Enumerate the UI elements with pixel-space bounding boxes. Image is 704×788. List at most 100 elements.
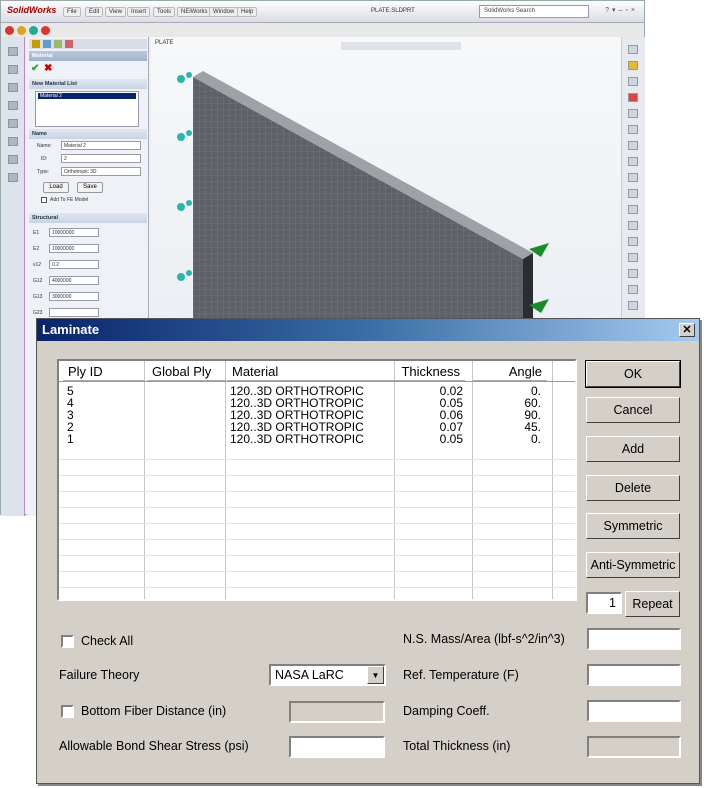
menu-tools[interactable]: Tools xyxy=(153,7,176,17)
ns-mass-input[interactable] xyxy=(587,628,681,650)
repeat-button[interactable]: Repeat xyxy=(625,591,680,617)
thickness-cell[interactable]: 0.05 xyxy=(395,433,463,445)
header-thickness[interactable]: Thickness xyxy=(395,361,465,381)
prop-input[interactable]: 0.2 xyxy=(49,260,99,269)
dialog-title: Laminate xyxy=(42,322,100,337)
property-icon[interactable] xyxy=(43,40,51,48)
task-icon[interactable] xyxy=(628,109,638,118)
tool-icon[interactable] xyxy=(8,137,18,146)
prop-input[interactable] xyxy=(49,308,99,317)
ok-button[interactable]: OK xyxy=(585,360,681,388)
prop-symbol: v12 xyxy=(33,262,42,268)
ply-table[interactable]: Ply ID Global Ply Material Thickness Ang… xyxy=(57,359,577,601)
repeat-count-input[interactable]: 1 xyxy=(586,592,622,614)
feature-tree-icon[interactable] xyxy=(32,40,40,48)
red-circle-icon[interactable] xyxy=(5,26,14,35)
ok-check-icon[interactable]: ✔ xyxy=(31,63,39,74)
arrow-up-icon[interactable] xyxy=(17,26,26,35)
prop-symbol: G12 xyxy=(33,278,43,284)
name-input[interactable]: Material 2 xyxy=(61,141,141,150)
load-button[interactable]: Load xyxy=(43,182,69,193)
stop-icon[interactable] xyxy=(41,26,50,35)
check-all-checkbox[interactable] xyxy=(61,635,74,648)
bottom-fiber-label: Bottom Fiber Distance (in) xyxy=(81,704,227,718)
panel-tabs[interactable] xyxy=(29,39,147,49)
bottom-fiber-checkbox[interactable] xyxy=(61,705,74,718)
menu-view[interactable]: View xyxy=(105,7,126,17)
display-icon[interactable] xyxy=(65,40,73,48)
task-icon[interactable] xyxy=(628,157,638,166)
tool-icon[interactable] xyxy=(8,65,18,74)
bottom-fiber-input xyxy=(289,701,385,723)
left-toolbar xyxy=(1,37,25,516)
prop-input[interactable]: 4000000 xyxy=(49,276,99,285)
menu-neiworks[interactable]: NEiWorks xyxy=(177,7,212,17)
add-button[interactable]: Add xyxy=(586,436,680,462)
tool-icon[interactable] xyxy=(8,47,18,56)
failure-theory-value: NASA LaRC xyxy=(275,668,344,682)
menu-window[interactable]: Window xyxy=(209,7,239,17)
material-cell[interactable]: 120..3D ORTHOTROPIC xyxy=(230,433,364,445)
type-select[interactable]: Orthotropic 3D xyxy=(61,167,141,176)
menu-help[interactable]: Help xyxy=(237,7,258,17)
tool-icon[interactable] xyxy=(8,83,18,92)
damping-label: Damping Coeff. xyxy=(403,704,490,718)
task-icon[interactable] xyxy=(628,45,638,54)
task-icon[interactable] xyxy=(628,269,638,278)
id-input[interactable]: 2 xyxy=(61,154,141,163)
task-icon[interactable] xyxy=(628,253,638,262)
total-thickness-input xyxy=(587,736,681,758)
failure-theory-select[interactable]: NASA LaRC ▼ xyxy=(269,664,386,686)
chevron-down-icon[interactable]: ▼ xyxy=(367,666,384,684)
search-input[interactable]: SolidWorks Search xyxy=(479,5,589,18)
cancel-button[interactable]: Cancel xyxy=(586,397,680,423)
damping-input[interactable] xyxy=(587,700,681,722)
prop-input[interactable]: 10000000 xyxy=(49,244,99,253)
save-button[interactable]: Save xyxy=(77,182,103,193)
material-list[interactable]: Material 2 xyxy=(35,91,139,127)
tool-icon[interactable] xyxy=(8,173,18,182)
dialog-titlebar[interactable]: Laminate ✕ xyxy=(37,319,699,341)
menu-file[interactable]: File xyxy=(63,7,81,17)
anti-symmetric-button[interactable]: Anti-Symmetric xyxy=(586,552,680,578)
bond-shear-input[interactable] xyxy=(289,736,385,758)
type-label: Type: xyxy=(37,169,50,175)
task-icon[interactable] xyxy=(628,189,638,198)
task-icon[interactable] xyxy=(628,221,638,230)
check-all-label: Check All xyxy=(81,634,134,648)
task-icon[interactable] xyxy=(628,141,638,150)
prop-input[interactable]: 10000000 xyxy=(49,228,99,237)
task-icon[interactable] xyxy=(628,125,638,134)
task-icon[interactable] xyxy=(628,301,638,310)
ref-temp-input[interactable] xyxy=(587,664,681,686)
task-icon[interactable] xyxy=(628,285,638,294)
cancel-x-icon[interactable]: ✖ xyxy=(44,63,52,74)
config-icon[interactable] xyxy=(54,40,62,48)
symmetric-button[interactable]: Symmetric xyxy=(586,513,680,539)
ply-id-cell[interactable]: 1 xyxy=(67,433,74,445)
menu-insert[interactable]: Insert xyxy=(127,7,151,17)
task-icon[interactable] xyxy=(628,205,638,214)
angle-cell[interactable]: 0. xyxy=(473,433,541,445)
add-to-fe-checkbox[interactable] xyxy=(41,197,47,203)
task-icon[interactable] xyxy=(628,237,638,246)
task-icon[interactable] xyxy=(628,93,638,102)
close-icon[interactable]: ✕ xyxy=(679,323,695,337)
task-icon[interactable] xyxy=(628,77,638,86)
menu-edit[interactable]: Edit xyxy=(85,7,104,17)
header-material[interactable]: Material xyxy=(227,361,395,381)
tool-icon[interactable] xyxy=(8,155,18,164)
tool-icon[interactable] xyxy=(8,119,18,128)
material-list-item[interactable]: Material 2 xyxy=(38,93,136,99)
task-icon[interactable] xyxy=(628,173,638,182)
prop-input[interactable]: 3000000 xyxy=(49,292,99,301)
header-angle[interactable]: Angle xyxy=(473,361,547,381)
header-global-ply[interactable]: Global Ply xyxy=(147,361,226,381)
green-arrow-icon[interactable] xyxy=(29,26,38,35)
folder-icon[interactable] xyxy=(628,61,638,70)
prop-symbol: G23 xyxy=(33,310,43,316)
window-controls[interactable]: ?▾–▫× xyxy=(605,6,638,14)
delete-button[interactable]: Delete xyxy=(586,475,680,501)
tool-icon[interactable] xyxy=(8,101,18,110)
header-ply-id[interactable]: Ply ID xyxy=(63,361,145,381)
